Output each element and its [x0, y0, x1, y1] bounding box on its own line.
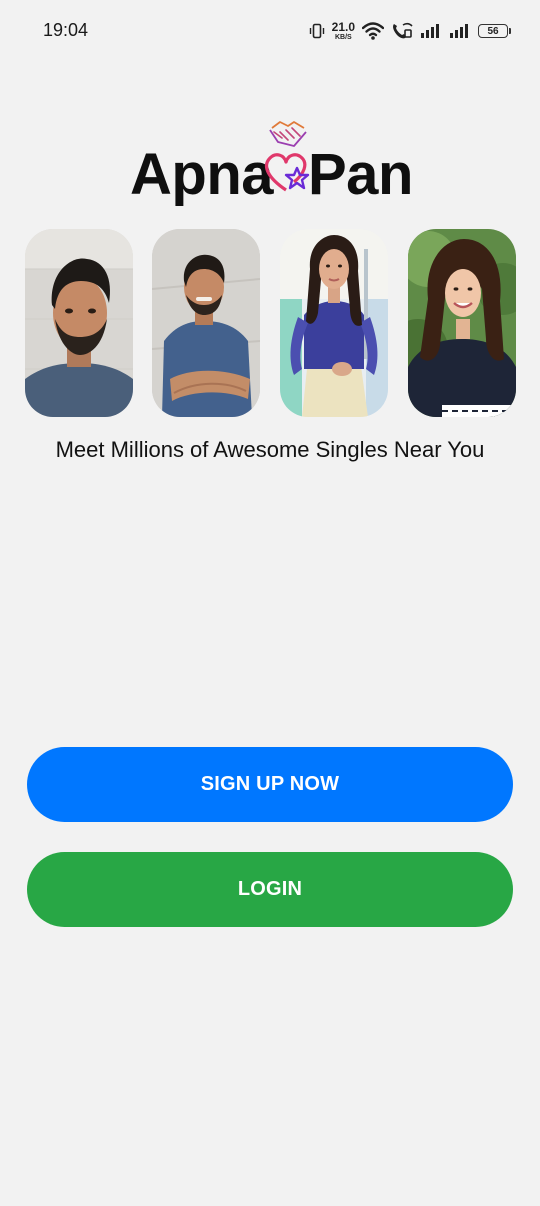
- status-bar: 19:04 21.0 KB/S 56: [0, 0, 540, 62]
- profile-photo-strip: [25, 229, 516, 417]
- wifi-icon: [362, 22, 384, 40]
- status-icons: 21.0 KB/S 56: [309, 18, 511, 44]
- signal-icon: [421, 24, 439, 38]
- tagline: Meet Millions of Awesome Singles Near Yo…: [55, 437, 485, 462]
- logo-text-left: Apna: [130, 142, 274, 207]
- profile-photo-3: [280, 229, 388, 417]
- wifi-calling-icon: [393, 22, 413, 39]
- handshake-heart-star-icon: [264, 121, 310, 192]
- profile-photo-2: [152, 229, 260, 417]
- network-speed-value: 21.0: [331, 20, 355, 34]
- logo-text-right: Pan: [308, 142, 413, 207]
- signal-icon: [450, 24, 468, 38]
- sign-up-button[interactable]: SIGN UP NOW: [27, 747, 513, 822]
- app-logo: Apna Pan: [0, 118, 540, 208]
- login-button[interactable]: LOGIN: [27, 852, 513, 927]
- status-time: 19:04: [43, 20, 89, 40]
- profile-photo-1: [25, 229, 133, 417]
- battery-indicator: 56: [478, 24, 511, 38]
- vibrate-icon: [309, 23, 324, 39]
- network-speed-unit: KB/S: [334, 34, 352, 41]
- network-speed: 21.0 KB/S: [332, 21, 355, 41]
- profile-photo-4: [408, 229, 516, 417]
